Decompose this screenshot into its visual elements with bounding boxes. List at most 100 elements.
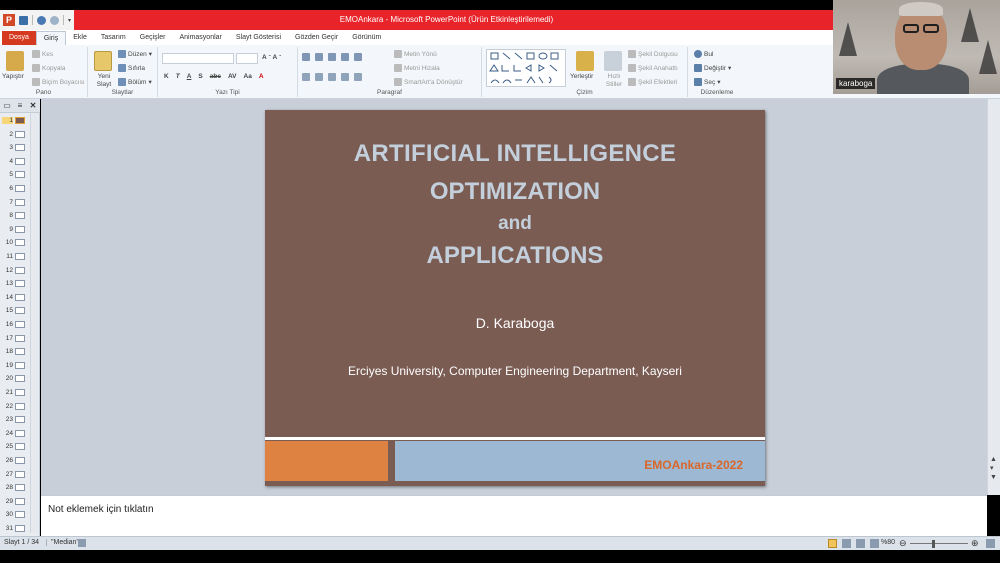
slide-thumbnail-preview[interactable] [15, 225, 25, 233]
zoom-slider[interactable] [910, 543, 968, 544]
slide-thumbnail[interactable]: 14 [2, 292, 28, 303]
cut-button[interactable]: Kes [32, 50, 53, 58]
slide-thumbnail[interactable]: 27 [2, 469, 28, 480]
layout-button[interactable]: Düzen ▾ [118, 50, 152, 58]
font-family-select[interactable] [162, 53, 234, 64]
powerpoint-logo-icon[interactable]: P [3, 14, 15, 26]
notes-pane[interactable]: Not eklemek için tıklatın [41, 495, 987, 536]
slide-1[interactable]: ARTIFICIAL INTELLIGENCE OPTIMIZATION and… [265, 110, 765, 486]
slide-thumbnail-preview[interactable] [15, 375, 25, 383]
slide-thumbnail-preview[interactable] [15, 321, 25, 328]
tab-slide-show[interactable]: Slayt Gösterisi [229, 31, 288, 45]
shadow-button[interactable]: S [198, 73, 202, 80]
replace-button[interactable]: Değiştir ▾ [694, 64, 731, 72]
spellcheck-icon[interactable] [78, 539, 86, 547]
slide-sorter-icon[interactable] [842, 539, 851, 548]
slide-thumbnail[interactable]: 26 [2, 455, 28, 466]
slide-thumbnail-preview[interactable] [15, 130, 25, 138]
slide-thumbnail-preview[interactable] [15, 429, 25, 437]
quick-styles-button[interactable]: Hızlı Stiller [602, 73, 626, 89]
slide-thumbnail-preview[interactable] [15, 117, 25, 124]
justify-icon[interactable] [341, 73, 349, 81]
undo-icon[interactable] [37, 15, 46, 25]
new-slide-icon[interactable] [94, 51, 112, 71]
prev-next-slide-icon[interactable]: ▲ ▾ ▼ [990, 455, 997, 482]
slide-thumbnail-preview[interactable] [15, 334, 25, 342]
select-button[interactable]: Seç ▾ [694, 78, 720, 86]
shape-fill-button[interactable]: Şekil Dolgusu [628, 50, 678, 58]
slide-thumbnail-preview[interactable] [15, 212, 25, 220]
shape-outline-button[interactable]: Şekil Anahattı [628, 64, 678, 72]
slide-thumbnail[interactable]: 24 [2, 428, 28, 439]
spacing-button[interactable]: AV [228, 73, 237, 80]
change-case-button[interactable]: Aa [244, 73, 252, 80]
slide-thumbnail-preview[interactable] [15, 280, 25, 288]
slide-thumbnail-preview[interactable] [15, 144, 25, 152]
slide-thumbnail-preview[interactable] [15, 361, 25, 369]
slide-thumbnail-preview[interactable] [15, 266, 25, 274]
tab-transitions[interactable]: Geçişler [133, 31, 173, 45]
slide-thumbnail[interactable]: 4 [2, 156, 28, 167]
slide-thumbnail-preview[interactable] [15, 389, 25, 396]
underline-button[interactable]: A [187, 73, 192, 80]
outline-view-icon[interactable]: ≡ [16, 102, 24, 110]
slide-thumbnail[interactable]: 1 [2, 115, 28, 126]
slide-thumbnail-preview[interactable] [15, 497, 25, 505]
align-text-button[interactable]: Metni Hizala [394, 64, 440, 72]
slide-thumbnail[interactable]: 5 [2, 169, 28, 180]
thumbnail-scrollbar[interactable] [30, 113, 38, 533]
paste-button[interactable]: Yapıştır [2, 73, 24, 80]
text-direction-button[interactable]: Metin Yönü [394, 50, 437, 58]
smartart-button[interactable]: SmartArt'a Dönüştür [394, 78, 463, 86]
slide-thumbnail[interactable]: 16 [2, 319, 28, 330]
vertical-scrollbar[interactable]: ▲ ▾ ▼ [987, 99, 1000, 495]
slide-thumbnail-preview[interactable] [15, 185, 25, 192]
increase-indent-icon[interactable] [341, 53, 349, 61]
slide-thumbnail-preview[interactable] [15, 348, 25, 356]
copy-button[interactable]: Kopyala [32, 64, 66, 72]
slide-thumbnail-preview[interactable] [15, 253, 25, 260]
align-center-icon[interactable] [315, 73, 323, 81]
slide-thumbnail[interactable]: 15 [2, 305, 28, 316]
reading-view-icon[interactable] [856, 539, 865, 548]
quick-styles-icon[interactable] [604, 51, 622, 71]
slide-thumbnail[interactable]: 21 [2, 387, 28, 398]
arrange-button[interactable]: Yerleştir [570, 73, 593, 80]
tab-insert[interactable]: Ekle [66, 31, 94, 45]
slide-thumbnail[interactable]: 2 [2, 129, 28, 140]
normal-view-icon[interactable] [828, 539, 837, 548]
arrange-icon[interactable] [576, 51, 594, 71]
notes-placeholder[interactable]: Not eklemek için tıklatın [48, 504, 154, 515]
slide-thumbnail-preview[interactable] [15, 171, 25, 179]
slide-show-icon[interactable] [870, 539, 879, 548]
customize-toolbar-icon[interactable]: ▾ [68, 17, 71, 24]
slide-thumbnail[interactable]: 9 [2, 224, 28, 235]
slide-thumbnail-preview[interactable] [15, 511, 25, 519]
slide-thumbnail[interactable]: 22 [2, 401, 28, 412]
tab-review[interactable]: Gözden Geçir [288, 31, 345, 45]
slide-thumbnail-preview[interactable] [15, 307, 25, 315]
new-slide-button[interactable]: Yeni Slayt [92, 73, 116, 89]
slide-thumbnail[interactable]: 8 [2, 210, 28, 221]
tab-animations[interactable]: Animasyonlar [172, 31, 228, 45]
reset-button[interactable]: Sıfırla [118, 64, 145, 72]
slide-thumbnail-preview[interactable] [15, 525, 25, 532]
align-left-icon[interactable] [302, 73, 310, 81]
tab-design[interactable]: Tasarım [94, 31, 133, 45]
slide-thumbnail[interactable]: 12 [2, 265, 28, 276]
slide-thumbnail-preview[interactable] [15, 416, 25, 424]
slide-thumbnail[interactable]: 20 [2, 373, 28, 384]
shapes-gallery[interactable] [486, 49, 566, 87]
shape-effects-button[interactable]: Şekil Efektleri [628, 78, 677, 86]
line-spacing-icon[interactable] [354, 53, 362, 61]
tab-view[interactable]: Görünüm [345, 31, 388, 45]
section-button[interactable]: Bölüm ▾ [118, 78, 152, 86]
slide-thumbnail[interactable]: 28 [2, 482, 28, 493]
redo-icon[interactable] [50, 15, 59, 25]
columns-icon[interactable] [354, 73, 362, 81]
zoom-in-icon[interactable]: ⊕ [971, 538, 979, 549]
slide-thumbnail[interactable]: 6 [2, 183, 28, 194]
zoom-slider-thumb[interactable] [932, 540, 935, 548]
numbering-icon[interactable] [315, 53, 323, 61]
font-color-button[interactable]: A [259, 73, 264, 80]
